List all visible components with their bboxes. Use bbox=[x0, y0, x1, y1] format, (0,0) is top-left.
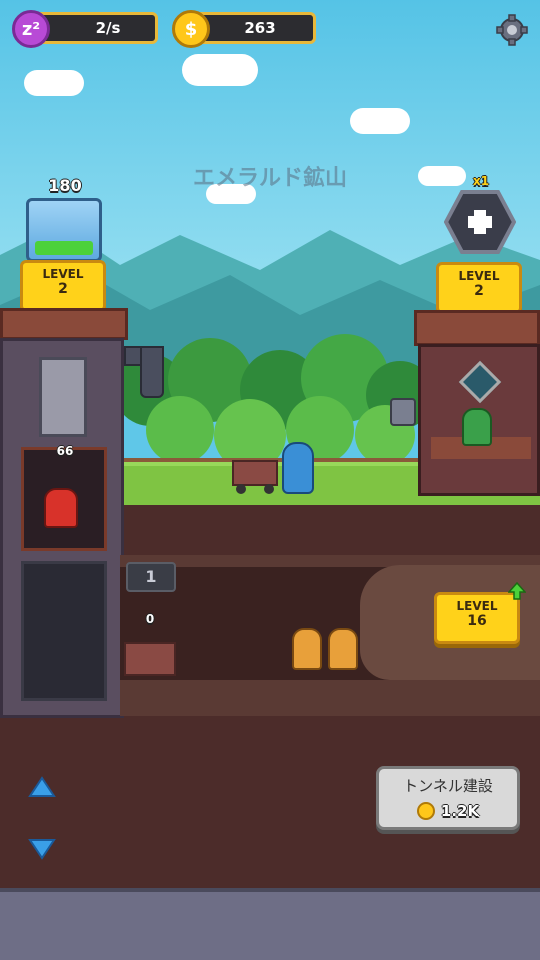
elevator-shaft[interactable] bbox=[0, 338, 124, 718]
build-tunnel-label: トンネル建設 bbox=[403, 777, 493, 795]
elevator-operator bbox=[44, 488, 78, 528]
coin-icon: $ bbox=[172, 10, 210, 48]
idle-income-icon-text: z² bbox=[21, 18, 41, 40]
miner-worker[interactable] bbox=[328, 628, 358, 670]
gear-icon[interactable] bbox=[496, 14, 528, 46]
shaft-level-label: LEVEL bbox=[456, 599, 498, 613]
scroll-up-icon[interactable] bbox=[28, 776, 56, 798]
warehouse-roof bbox=[414, 310, 540, 346]
elevator-level-button[interactable]: LEVEL 2 bbox=[20, 260, 106, 312]
forest bbox=[120, 334, 420, 470]
mine-cart bbox=[232, 460, 278, 486]
lock-icon bbox=[390, 398, 416, 426]
warehouse-multiplier: x1 bbox=[472, 174, 490, 188]
warehouse-manager bbox=[462, 408, 492, 446]
cloud bbox=[182, 54, 258, 86]
cart-wheel bbox=[264, 484, 274, 494]
shaft-cart[interactable] bbox=[124, 642, 176, 676]
bottom-panel bbox=[0, 888, 540, 960]
elevator-level-value: 2 bbox=[58, 281, 68, 297]
elevator-level-label: LEVEL bbox=[42, 267, 84, 281]
pipe bbox=[140, 346, 164, 398]
shaft-level-value: 16 bbox=[467, 613, 487, 629]
upgrade-arrow-icon bbox=[507, 581, 527, 600]
cloud bbox=[350, 108, 410, 134]
coins-text: 263 bbox=[244, 19, 276, 37]
transporter-worker[interactable] bbox=[282, 442, 314, 494]
income-rate-text: 2/s bbox=[95, 19, 121, 37]
build-tunnel-button[interactable]: トンネル建設 1.2K bbox=[376, 766, 520, 830]
elevator-storage-count: 180 bbox=[48, 176, 82, 195]
scroll-down-icon[interactable] bbox=[28, 838, 56, 860]
coin-icon bbox=[416, 802, 435, 820]
cart-wheel bbox=[236, 484, 246, 494]
warehouse-level-value: 2 bbox=[474, 283, 484, 299]
elevator-carry-amount: 66 bbox=[56, 444, 74, 458]
build-tunnel-cost: 1.2K bbox=[440, 802, 480, 820]
elevator-roof bbox=[0, 308, 128, 340]
idle-income-icon[interactable]: z² bbox=[12, 10, 50, 48]
elevator-storage-tank[interactable] bbox=[26, 198, 102, 262]
add-manager-button[interactable] bbox=[443, 190, 517, 254]
tunnel-floor bbox=[120, 680, 540, 716]
shaft-number-badge: 1 bbox=[126, 562, 176, 592]
warehouse-level-label: LEVEL bbox=[458, 269, 500, 283]
cloud bbox=[24, 70, 84, 96]
shaft-cart-amount: 0 bbox=[145, 612, 155, 626]
miner-worker[interactable] bbox=[292, 628, 322, 670]
warehouse-level-button[interactable]: LEVEL 2 bbox=[436, 262, 522, 314]
